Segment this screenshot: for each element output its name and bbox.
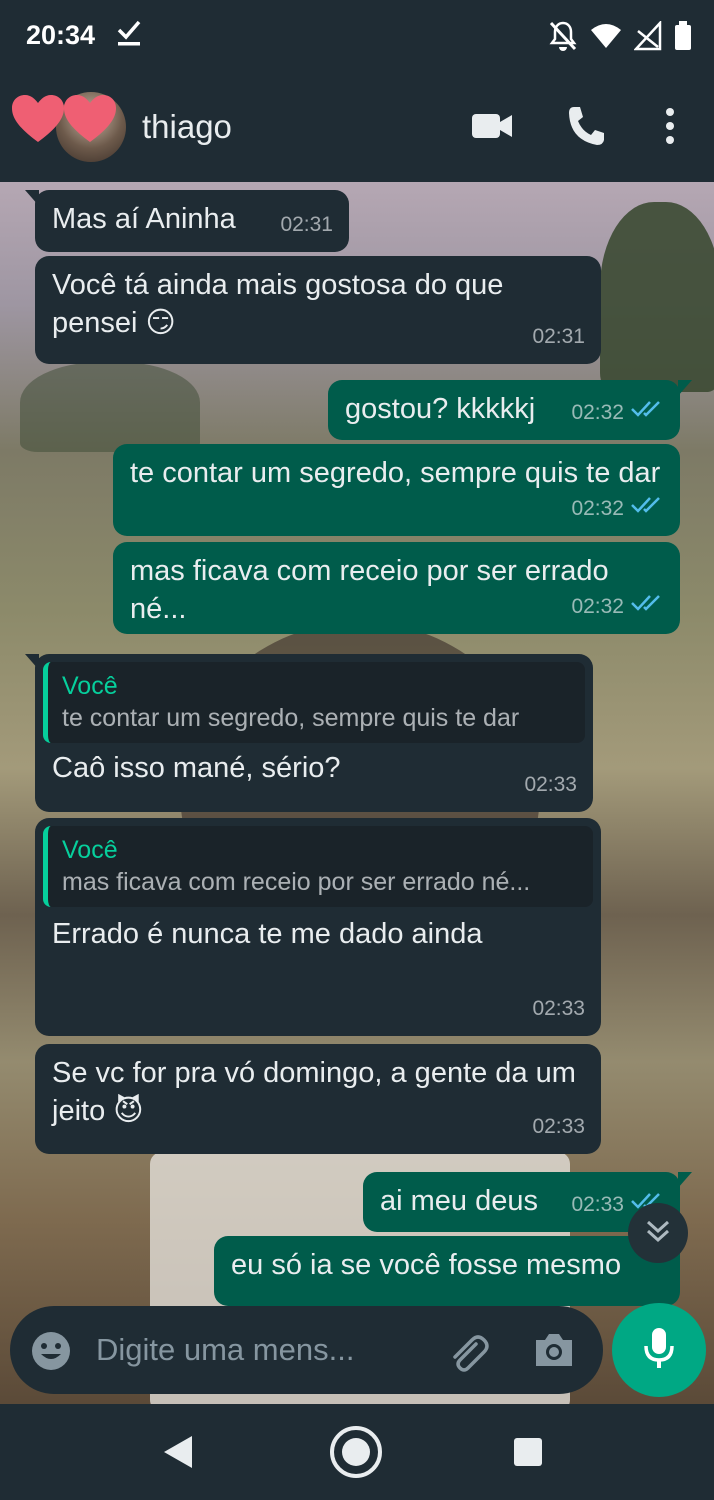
- message-text: te contar um segredo, sempre quis te dar: [130, 457, 661, 489]
- wallpaper-tree: [600, 202, 714, 392]
- chat-header: thiago: [0, 72, 714, 182]
- message-time: 02:32: [571, 595, 624, 618]
- camera-icon[interactable]: [532, 1330, 576, 1375]
- status-bar: 20:34: [0, 0, 714, 72]
- message-text: Você tá ainda mais gostosa do que pensei…: [52, 269, 504, 339]
- emoji-icon[interactable]: [30, 1330, 72, 1377]
- quote-text: mas ficava com receio por ser errado né.…: [62, 868, 531, 896]
- status-icons: [548, 19, 692, 57]
- message-outgoing[interactable]: eu só ia se você fosse mesmo: [214, 1236, 680, 1306]
- message-time: 02:32: [571, 497, 624, 520]
- battery-icon: [674, 21, 692, 56]
- message-text: eu só ia se você fosse mesmo: [231, 1249, 622, 1281]
- message-text: Errado é nunca te me dado ainda: [52, 918, 483, 950]
- attach-icon[interactable]: [446, 1330, 490, 1379]
- bubble-tail: [25, 190, 39, 206]
- message-outgoing[interactable]: mas ficava com receio por ser errado né.…: [113, 542, 680, 634]
- read-ticks-icon: [630, 394, 664, 432]
- read-ticks-icon: [630, 490, 664, 528]
- message-outgoing[interactable]: gostou? kkkkkj 02:32: [328, 380, 692, 440]
- message-time: 02:33: [524, 773, 577, 796]
- message-incoming[interactable]: Você tá ainda mais gostosa do que pensei…: [35, 256, 601, 364]
- message-text: Caô isso mané, sério?: [52, 752, 341, 784]
- signal-icon: [633, 19, 662, 56]
- quoted-message[interactable]: Você mas ficava com receio por ser errad…: [43, 826, 593, 907]
- muted-bell-icon: [548, 20, 578, 57]
- bubble-tail: [678, 1172, 692, 1188]
- message-input[interactable]: Digite uma mens...: [96, 1332, 354, 1368]
- message-time: 02:33: [532, 997, 585, 1020]
- message-incoming-reply[interactable]: Você mas ficava com receio por ser errad…: [35, 818, 601, 1036]
- voice-record-button[interactable]: [612, 1303, 706, 1397]
- contact-name[interactable]: thiago: [142, 108, 232, 146]
- quote-text: te contar um segredo, sempre quis te dar: [62, 704, 520, 732]
- message-incoming[interactable]: Mas aí Aninha 02:31: [25, 190, 349, 252]
- message-time: 02:31: [280, 213, 333, 236]
- heart-icon: [10, 94, 66, 149]
- voice-call-icon[interactable]: [566, 104, 606, 153]
- quote-author: Você: [62, 672, 118, 700]
- more-options-icon[interactable]: [660, 104, 680, 153]
- wifi-icon: [590, 22, 622, 55]
- read-ticks-icon: [630, 588, 664, 626]
- scroll-to-bottom-button[interactable]: [628, 1203, 688, 1263]
- back-icon[interactable]: [162, 1434, 196, 1475]
- status-time: 20:34: [26, 20, 96, 50]
- bubble-tail: [678, 380, 692, 396]
- message-composer[interactable]: Digite uma mens...: [10, 1306, 603, 1394]
- message-incoming-reply[interactable]: Você te contar um segredo, sempre quis t…: [25, 654, 593, 812]
- checkmark-notification-icon: [116, 18, 142, 53]
- double-chevron-down-icon: [643, 1216, 673, 1251]
- message-time: 02:31: [532, 325, 585, 348]
- recents-icon[interactable]: [512, 1436, 544, 1473]
- system-navigation-bar: [0, 1404, 714, 1500]
- quote-author: Você: [62, 836, 118, 864]
- message-time: 02:32: [571, 401, 624, 424]
- message-time: 02:33: [532, 1115, 585, 1138]
- message-incoming[interactable]: Se vc for pra vó domingo, a gente da um …: [35, 1044, 601, 1154]
- message-time: 02:33: [571, 1193, 624, 1216]
- home-icon[interactable]: [328, 1424, 384, 1485]
- chat-conversation[interactable]: Mas aí Aninha 02:31 Você tá ainda mais g…: [0, 182, 714, 1404]
- heart-icon-2: [62, 94, 118, 149]
- bubble-tail: [25, 654, 39, 670]
- wallpaper-tree-2: [20, 362, 200, 452]
- message-outgoing[interactable]: te contar um segredo, sempre quis te dar…: [113, 444, 680, 536]
- quoted-message[interactable]: Você te contar um segredo, sempre quis t…: [43, 662, 585, 743]
- video-call-icon[interactable]: [470, 104, 514, 153]
- message-text: Se vc for pra vó domingo, a gente da um …: [52, 1057, 576, 1127]
- microphone-icon: [642, 1326, 676, 1375]
